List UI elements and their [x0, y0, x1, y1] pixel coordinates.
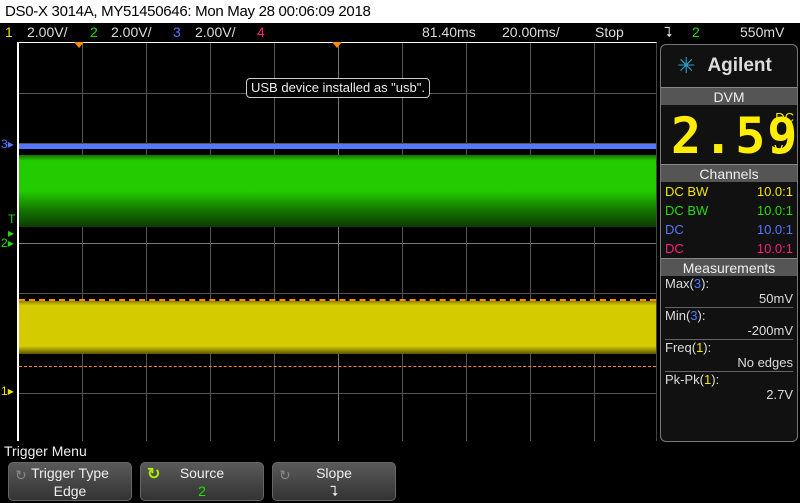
meas-value: 50mV [759, 291, 793, 306]
softkey-value: ⮧ [329, 483, 339, 499]
meas-close: ): [711, 372, 720, 387]
softkey-value: Edge [53, 483, 87, 499]
ch3-scale[interactable]: 2.00V/ [195, 24, 235, 40]
probe: 10.0:1 [756, 241, 793, 256]
window-title: DS0-X 3014A, MY51450646: Mon May 28 00:0… [0, 0, 800, 23]
meas-name: Max( [665, 276, 694, 291]
trigger-position-icon[interactable] [74, 42, 84, 48]
rotate-knob-icon: ↻ [15, 467, 27, 483]
ch2-ground-marker[interactable]: 2▸ [1, 236, 14, 250]
meas-name: Min( [665, 308, 691, 323]
waveform-display[interactable] [17, 42, 657, 441]
softkey-source[interactable]: ↻ Source 2 [140, 462, 264, 501]
rotate-knob-icon: ↻ [147, 466, 161, 483]
ch1-label[interactable]: 1 [5, 24, 13, 40]
rotate-knob-icon: ↻ [279, 467, 291, 483]
ch3-marker-label: 3 [1, 137, 8, 151]
channel-row-4[interactable]: DC 10.0:1 [661, 239, 797, 258]
channels-list: DC BW 10.0:1 DC BW 10.0:1 DC 10.0:1 DC 10.0:… [661, 182, 797, 258]
grid-line-vertical [274, 43, 275, 441]
dvm-header[interactable]: DVM [661, 87, 797, 105]
meas-close: ): [701, 276, 710, 291]
grid-line-vertical [210, 43, 211, 441]
grid-line-vertical [402, 43, 403, 441]
softkey-label: Trigger Type [31, 465, 109, 481]
channel-row-1[interactable]: DC BW 10.0:1 [661, 182, 797, 201]
agilent-spark-icon: ✳ [677, 53, 696, 78]
ch2-label[interactable]: 2 [90, 24, 98, 40]
dvm-unit: V [774, 142, 783, 157]
measurement-freq[interactable]: Freq(1): No edges [665, 340, 793, 372]
trigger-slope-icon: ⮧ [664, 24, 673, 40]
coupling: DC [665, 222, 684, 237]
ch2-scale[interactable]: 2.00V/ [111, 24, 151, 40]
run-state[interactable]: Stop [595, 24, 624, 40]
softkey-slope[interactable]: ↻ Slope ⮧ [272, 462, 396, 501]
measurement-max[interactable]: Max(3): 50mV [665, 276, 793, 308]
ch1-trace [19, 301, 656, 354]
grid-line-vertical [466, 43, 467, 441]
ch2-marker-label: 2 [1, 236, 8, 250]
trigger-level[interactable]: 550mV [740, 24, 784, 40]
grid-line-vertical [530, 43, 531, 441]
ch1-ground-marker[interactable]: 1▸ [1, 384, 14, 398]
dvm-mode: DC [775, 110, 794, 125]
measurement-min[interactable]: Min(3): -200mV [665, 308, 793, 340]
meas-value: -200mV [747, 323, 793, 338]
timebase[interactable]: 20.00ms/ [502, 24, 560, 40]
trigger-source: 2 [692, 24, 700, 40]
ch1-scale[interactable]: 2.00V/ [27, 24, 67, 40]
grid-line-vertical [338, 43, 339, 441]
meas-close: ): [703, 340, 712, 355]
meas-name: Freq( [665, 340, 697, 355]
menu-title: Trigger Menu [4, 443, 87, 459]
brand: ✳ Agilent [661, 45, 797, 87]
ch2-trace [19, 155, 656, 227]
ch3-trace [19, 144, 656, 149]
status-bar: 1 2.00V/ 2 2.00V/ 3 2.00V/ 4 81.40ms 20.… [0, 23, 800, 42]
trigger-level-line-lower [19, 366, 656, 367]
usb-message: USB device installed as "usb". [246, 78, 430, 98]
probe: 10.0:1 [756, 184, 793, 199]
meas-name: Pk-Pk( [665, 372, 704, 387]
ch3-label[interactable]: 3 [173, 24, 181, 40]
time-reference-icon[interactable] [332, 42, 342, 48]
channel-row-2[interactable]: DC BW 10.0:1 [661, 201, 797, 220]
softkey-label: Slope [316, 465, 352, 481]
coupling: DC BW [665, 184, 709, 199]
grid-line-vertical [82, 43, 83, 441]
side-panel: ✳ Agilent DVM 2.59 DC V Channels DC BW 10… [660, 44, 798, 442]
meas-value: 2.7V [766, 387, 793, 402]
delay[interactable]: 81.40ms [422, 24, 476, 40]
measurements-header[interactable]: Measurements [661, 258, 797, 276]
probe: 10.0:1 [756, 203, 793, 218]
measurement-pkpk[interactable]: Pk-Pk(1): 2.7V [665, 372, 793, 404]
softkey-value: 2 [198, 483, 206, 499]
grid-line-vertical [594, 43, 595, 441]
brand-name: Agilent [707, 55, 772, 76]
dvm-readout: 2.59 DC V [661, 105, 797, 165]
probe: 10.0:1 [756, 222, 793, 237]
channel-row-3[interactable]: DC 10.0:1 [661, 220, 797, 239]
meas-close: ): [697, 308, 706, 323]
trigger-marker-label: T [8, 212, 16, 226]
coupling: DC BW [665, 203, 709, 218]
meas-value: No edges [737, 355, 793, 370]
softkey-trigger-type[interactable]: ↻ Trigger Type Edge [8, 462, 132, 501]
channels-header[interactable]: Channels [661, 164, 797, 182]
coupling: DC [665, 241, 684, 256]
meas-channel: 3 [690, 308, 698, 323]
grid-line-vertical [146, 43, 147, 441]
ch3-ground-marker[interactable]: 3▸ [1, 137, 14, 151]
ch4-label[interactable]: 4 [257, 24, 265, 40]
ch1-marker-label: 1 [1, 384, 8, 398]
